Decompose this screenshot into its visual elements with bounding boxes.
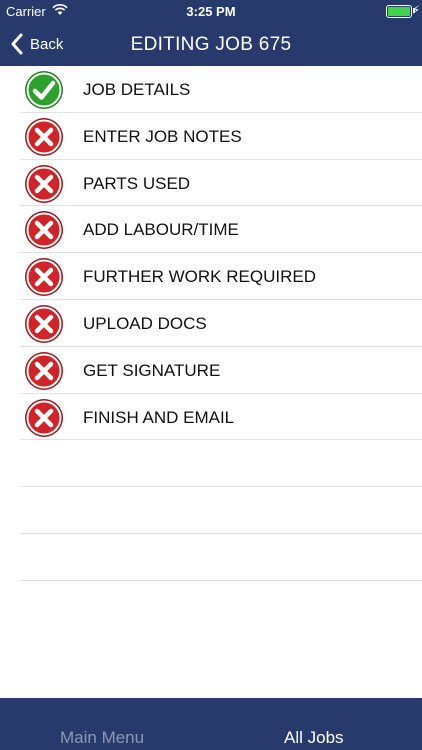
task-further-work-required[interactable]: FURTHER WORK REQUIRED [0, 253, 422, 300]
x-circle-icon [25, 117, 63, 156]
task-finish-and-email[interactable]: FINISH AND EMAIL [0, 394, 422, 441]
task-label: FURTHER WORK REQUIRED [83, 267, 316, 287]
check-icon [25, 71, 63, 109]
page-title: EDITING JOB 675 [130, 34, 292, 55]
x-circle-icon [25, 351, 63, 390]
task-label: UPLOAD DOCS [83, 313, 207, 333]
task-upload-docs[interactable]: UPLOAD DOCS [0, 300, 422, 347]
charging-icon: ⚡ [411, 3, 420, 17]
task-get-signature[interactable]: GET SIGNATURE [0, 347, 422, 394]
task-job-details[interactable]: JOB DETAILS [0, 66, 422, 113]
tab-main-menu[interactable]: Main Menu [60, 728, 144, 748]
task-enter-job-notes[interactable]: ENTER JOB NOTES [0, 113, 422, 160]
x-circle-icon [25, 211, 63, 250]
task-label: FINISH AND EMAIL [83, 407, 235, 427]
nav-bar: Back EDITING JOB 675 [0, 22, 422, 66]
empty-row [0, 534, 422, 581]
task-add-labour-time[interactable]: ADD LABOUR/TIME [0, 206, 422, 253]
bottom-tab-bar: Main Menu All Jobs [0, 698, 422, 750]
task-label: GET SIGNATURE [83, 360, 221, 380]
task-label: PARTS USED [83, 173, 191, 193]
status-time: 3:25 PM [186, 4, 236, 19]
x-circle-icon [25, 304, 63, 343]
empty-row [0, 440, 422, 487]
x-circle-icon [25, 164, 63, 203]
x-circle-icon [25, 398, 63, 437]
task-label: ENTER JOB NOTES [83, 126, 242, 146]
x-circle-icon [25, 258, 63, 297]
task-label: JOB DETAILS [83, 80, 191, 99]
task-label: ADD LABOUR/TIME [83, 220, 239, 240]
status-bar: Carrier 3:25 PM ⚡ [0, 0, 422, 22]
battery-icon [386, 5, 412, 18]
job-task-list: JOB DETAILS ENTER JOB NOTES PARTS USED A… [0, 66, 422, 581]
top-bar: Carrier 3:25 PM ⚡ Back EDITING JOB 675 [0, 0, 422, 66]
empty-row [0, 487, 422, 534]
tab-all-jobs[interactable]: All Jobs [284, 728, 344, 748]
task-parts-used[interactable]: PARTS USED [0, 160, 422, 207]
